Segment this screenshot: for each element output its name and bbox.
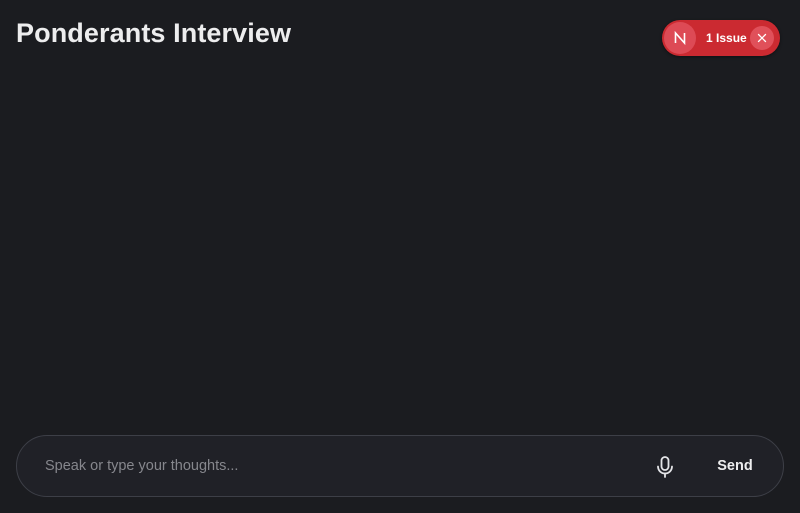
dismiss-issues-button[interactable] (750, 26, 774, 50)
message-composer: Send (16, 435, 784, 497)
page-title: Ponderants Interview (16, 18, 292, 48)
nextjs-logo-icon[interactable] (664, 22, 696, 54)
send-button[interactable]: Send (707, 450, 763, 482)
issues-indicator[interactable]: 1 Issue (662, 20, 780, 56)
interview-page: Ponderants Interview 1 Issue Send (0, 0, 800, 513)
close-icon (757, 33, 767, 43)
microphone-button[interactable] (651, 453, 679, 481)
message-input[interactable] (45, 450, 635, 482)
microphone-icon (657, 456, 673, 478)
issue-count-label[interactable]: 1 Issue (706, 20, 747, 56)
